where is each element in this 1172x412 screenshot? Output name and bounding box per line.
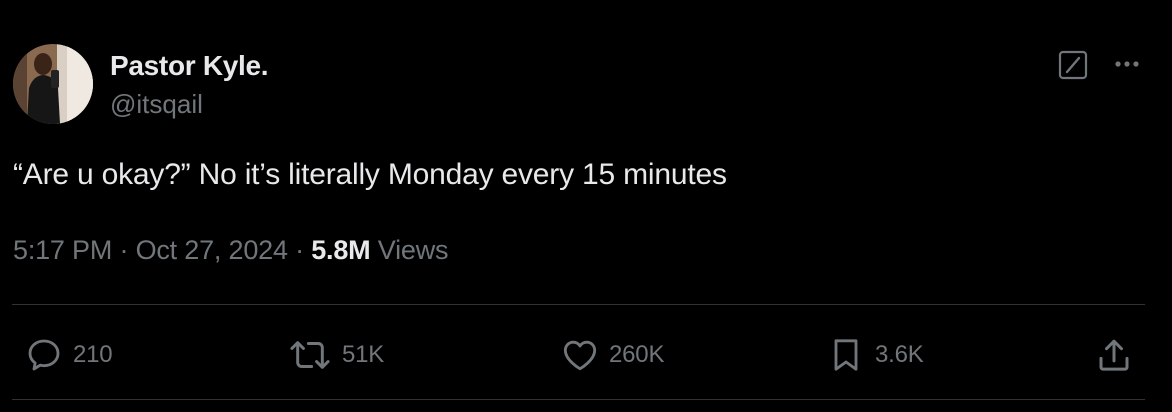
user-handle[interactable]: @itsqail bbox=[110, 89, 203, 120]
views-count[interactable]: 5.8M bbox=[311, 235, 370, 265]
reply-count: 210 bbox=[73, 341, 113, 368]
repost-button[interactable]: 51K bbox=[287, 333, 384, 377]
like-count: 260K bbox=[609, 341, 665, 368]
reply-button[interactable]: 210 bbox=[24, 333, 113, 377]
bookmark-icon bbox=[834, 339, 858, 371]
meta-separator: · bbox=[119, 235, 129, 265]
tweet-date[interactable]: Oct 27, 2024 bbox=[136, 235, 288, 265]
bookmark-button[interactable]: 3.6K bbox=[826, 333, 924, 377]
more-icon[interactable] bbox=[1110, 50, 1144, 78]
divider-top bbox=[12, 304, 1145, 305]
display-name[interactable]: Pastor Kyle. bbox=[110, 50, 269, 82]
share-button[interactable] bbox=[1094, 333, 1134, 377]
grok-icon[interactable] bbox=[1058, 50, 1088, 80]
avatar-image bbox=[13, 44, 93, 124]
tweet-text: “Are u okay?” No it’s literally Monday e… bbox=[13, 158, 727, 191]
share-icon bbox=[1099, 339, 1129, 371]
repost-icon bbox=[290, 341, 330, 369]
like-icon bbox=[563, 340, 597, 371]
tweet-time[interactable]: 5:17 PM bbox=[13, 235, 112, 265]
views-label: Views bbox=[377, 235, 449, 265]
bookmark-count: 3.6K bbox=[875, 341, 924, 368]
avatar[interactable] bbox=[13, 44, 93, 124]
meta-separator: · bbox=[295, 235, 304, 265]
tweet-metadata: 5:17 PM · Oct 27, 2024 · 5.8M Views bbox=[13, 235, 449, 266]
reply-icon bbox=[28, 339, 60, 371]
repost-count: 51K bbox=[342, 341, 385, 368]
like-button[interactable]: 260K bbox=[560, 333, 664, 377]
divider-bottom bbox=[12, 399, 1145, 400]
